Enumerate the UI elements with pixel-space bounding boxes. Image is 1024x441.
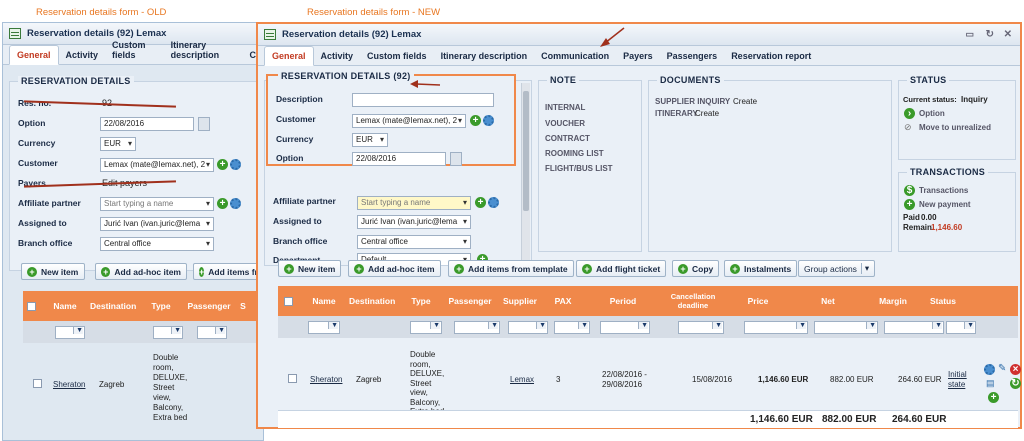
- payers-arrow: [600, 27, 625, 47]
- annotation-arrows: [410, 27, 625, 88]
- details-arrow: [410, 80, 441, 88]
